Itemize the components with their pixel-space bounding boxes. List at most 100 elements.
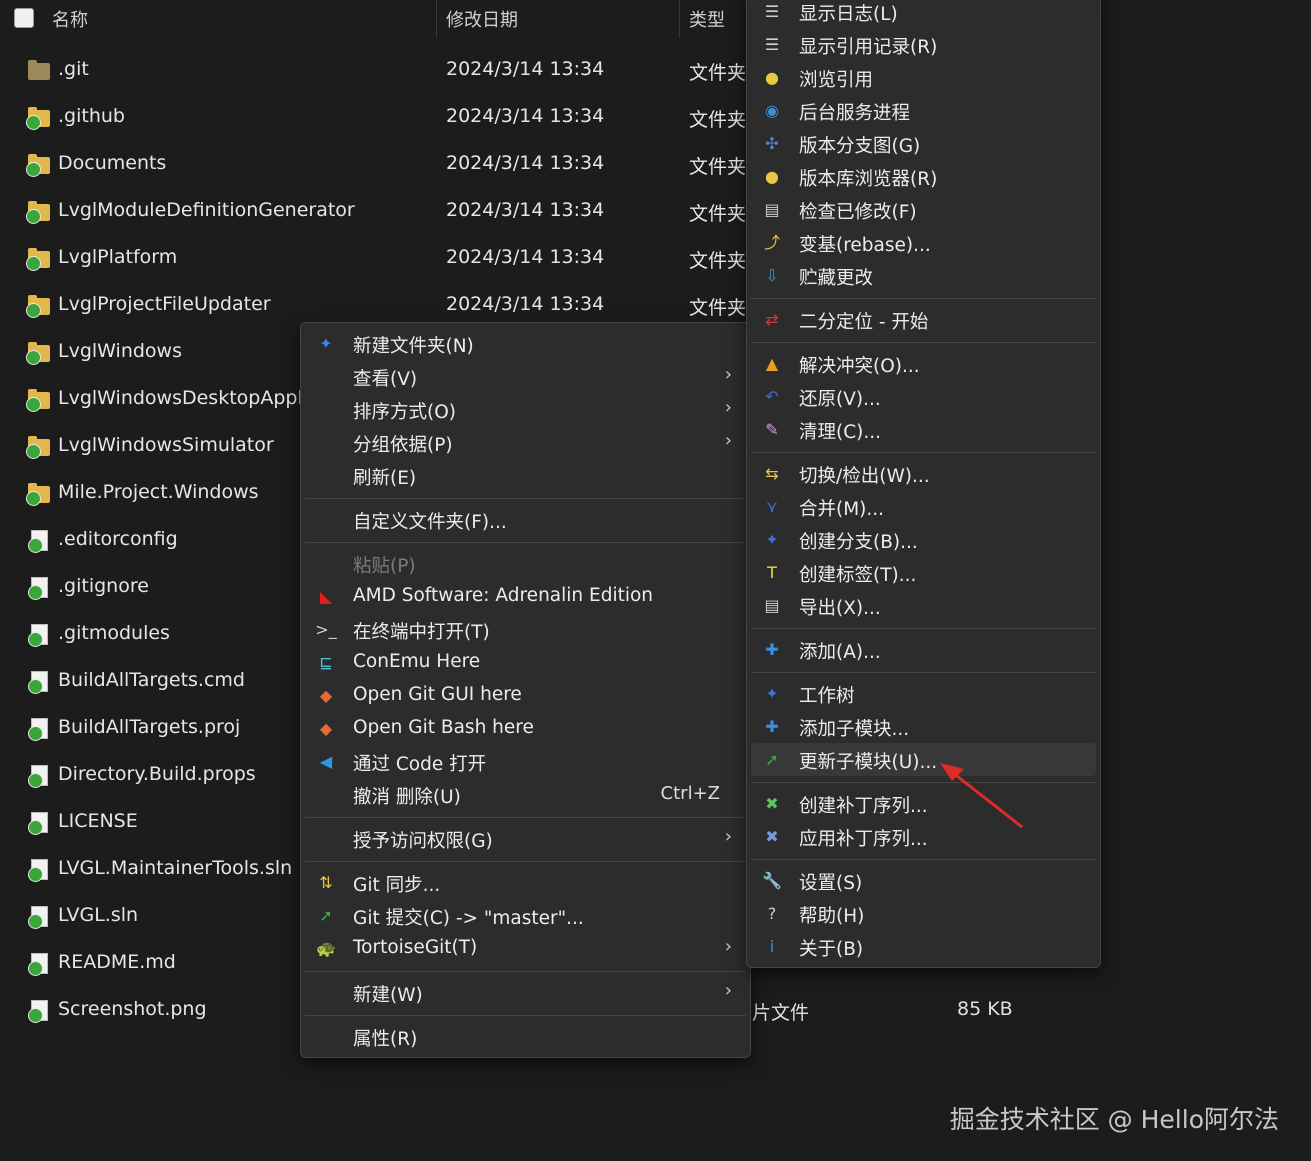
git-folder-icon	[26, 436, 50, 459]
menu-item[interactable]: 属性(R)	[305, 1020, 746, 1053]
git-folder-icon	[26, 107, 50, 130]
menu-item-label: 还原(V)...	[799, 389, 881, 410]
chevron-right-icon: ›	[724, 430, 732, 451]
name-column-header[interactable]: 名称	[52, 6, 88, 32]
file-row[interactable]: LvglWindowsSimulator	[0, 432, 300, 472]
menu-item-label: 浏览引用	[799, 70, 874, 91]
menu-item[interactable]: ✦ 新建文件夹(N)	[305, 327, 746, 360]
menu-item-label: Open Git GUI here	[353, 684, 522, 705]
menu-item[interactable]: 🐢 TortoiseGit(T) ›	[305, 932, 746, 965]
type-column-header[interactable]: 类型	[689, 6, 725, 32]
file-name: .gitmodules	[58, 622, 170, 644]
menu-item[interactable]: ◀ 通过 Code 打开	[305, 745, 746, 778]
file-row[interactable]: LICENSE	[0, 808, 300, 848]
git-folder-icon	[26, 483, 50, 506]
menu-item[interactable]: ◣ AMD Software: Adrenalin Edition	[305, 580, 746, 613]
menu-item-label: 合并(M)...	[799, 499, 885, 520]
menu-item[interactable]: ◆ Open Git GUI here	[305, 679, 746, 712]
file-row[interactable]: .git	[0, 56, 300, 96]
file-row[interactable]: Directory.Build.props	[0, 761, 300, 801]
menu-item[interactable]: ✦ 创建分支(B)...	[751, 523, 1096, 556]
file-row[interactable]: LVGL.MaintainerTools.sln	[0, 855, 300, 895]
menu-item[interactable]: ✚ 添加子模块...	[751, 710, 1096, 743]
file-row[interactable]: Screenshot.png	[0, 996, 300, 1036]
menu-item[interactable]: 查看(V) ›	[305, 360, 746, 393]
file-type: 文件夹	[689, 203, 747, 225]
watermark: 掘金技术社区 @ Hello阿尔法	[949, 1105, 1279, 1134]
menu-item[interactable]: ✣ 版本分支图(G)	[751, 127, 1096, 160]
menu-item[interactable]: ✎ 清理(C)...	[751, 413, 1096, 446]
menu-item[interactable]: 自定义文件夹(F)...	[305, 503, 746, 536]
file-row[interactable]: Mile.Project.Windows	[0, 479, 300, 519]
select-all-checkbox[interactable]	[14, 8, 34, 28]
menu-item[interactable]: ◉ 后台服务进程	[751, 94, 1096, 127]
menu-item[interactable]: 撤消 删除(U) Ctrl+Z	[305, 778, 746, 811]
file-row[interactable]: .editorconfig	[0, 526, 300, 566]
add-icon: ✚	[765, 640, 779, 659]
menu-item[interactable]: ⇩ 贮藏更改	[751, 259, 1096, 292]
menu-item[interactable]: 分组依据(P) ›	[305, 426, 746, 459]
menu-item[interactable]: ⋎ 合并(M)...	[751, 490, 1096, 523]
menu-item[interactable]: 新建(W) ›	[305, 976, 746, 1009]
menu-item[interactable]: ● 版本库浏览器(R)	[751, 160, 1096, 193]
menu-item[interactable]: ⊑ ConEmu Here	[305, 646, 746, 679]
menu-item[interactable]: ● 浏览引用	[751, 61, 1096, 94]
menu-item[interactable]: ✖ 应用补丁序列...	[751, 820, 1096, 853]
menu-item[interactable]: ▲ 解决冲突(O)...	[751, 347, 1096, 380]
menu-item[interactable]: ☰ 显示日志(L)	[751, 0, 1096, 28]
menu-item[interactable]: ⇄ 二分定位 - 开始	[751, 303, 1096, 336]
menu-item[interactable]: >_ 在终端中打开(T)	[305, 613, 746, 646]
file-row[interactable]: LvglModuleDefinitionGenerator	[0, 197, 355, 237]
menu-item[interactable]: ◆ Open Git Bash here	[305, 712, 746, 745]
file-row[interactable]: .gitignore	[0, 573, 300, 613]
file-row[interactable]: README.md	[0, 949, 300, 989]
menu-item[interactable]: 🔧 设置(S)	[751, 864, 1096, 897]
help-icon: ?	[767, 904, 777, 923]
menu-item[interactable]: ▤ 检查已修改(F)	[751, 193, 1096, 226]
menu-separator	[751, 628, 1096, 629]
git-file-icon	[28, 906, 48, 929]
file-row[interactable]: .github	[0, 103, 300, 143]
git-bash-icon: ◆	[319, 719, 333, 738]
file-row[interactable]: BuildAllTargets.proj	[0, 714, 300, 754]
menu-separator	[305, 1015, 746, 1016]
file-row[interactable]: BuildAllTargets.cmd	[0, 667, 300, 707]
menu-item[interactable]: ↶ 还原(V)...	[751, 380, 1096, 413]
menu-item[interactable]: i 关于(B)	[751, 930, 1096, 963]
file-row[interactable]: LvglWindowsDesktopApplic	[0, 385, 318, 425]
file-row[interactable]: Documents	[0, 150, 300, 190]
menu-item[interactable]: ⇆ 切换/检出(W)...	[751, 457, 1096, 490]
menu-item[interactable]: 刷新(E)	[305, 459, 746, 492]
menu-item[interactable]: ? 帮助(H)	[751, 897, 1096, 930]
menu-item[interactable]: ➚ Git 提交(C) -> "master"...	[305, 899, 746, 932]
date-column-header[interactable]: 修改日期	[446, 6, 518, 32]
menu-item-label: 查看(V)	[353, 369, 418, 390]
file-row[interactable]: LVGL.sln	[0, 902, 300, 942]
menu-item[interactable]: ☰ 显示引用记录(R)	[751, 28, 1096, 61]
menu-item[interactable]: ⤴ 变基(rebase)...	[751, 226, 1096, 259]
column-divider[interactable]	[436, 0, 437, 38]
menu-item[interactable]: ➚ 更新子模块(U)...	[751, 743, 1096, 776]
menu-item[interactable]: ⇅ Git 同步...	[305, 866, 746, 899]
menu-item[interactable]: ▤ 导出(X)...	[751, 589, 1096, 622]
menu-item[interactable]: ✖ 创建补丁序列...	[751, 787, 1096, 820]
git-folder-icon	[26, 201, 50, 224]
menu-item[interactable]: ✦ 工作树	[751, 677, 1096, 710]
menu-item[interactable]: 排序方式(O) ›	[305, 393, 746, 426]
menu-item-label: 检查已修改(F)	[799, 202, 917, 223]
menu-item[interactable]: 授予访问权限(G) ›	[305, 822, 746, 855]
browse-refs-icon: ●	[765, 68, 779, 87]
menu-item-label: 创建标签(T)...	[799, 565, 917, 586]
file-row[interactable]: LvglProjectFileUpdater	[0, 291, 300, 331]
column-divider[interactable]	[679, 0, 680, 38]
file-name: Screenshot.png	[58, 998, 207, 1020]
file-row[interactable]: LvglWindows	[0, 338, 300, 378]
chevron-right-icon: ›	[724, 397, 732, 418]
file-row[interactable]: .gitmodules	[0, 620, 300, 660]
menu-item-label: AMD Software: Adrenalin Edition	[353, 585, 654, 606]
file-row[interactable]: LvglPlatform	[0, 244, 300, 284]
chevron-right-icon: ›	[724, 980, 732, 1001]
menu-item[interactable]: ✚ 添加(A)...	[751, 633, 1096, 666]
menu-item[interactable]: T 创建标签(T)...	[751, 556, 1096, 589]
menu-separator	[305, 817, 746, 818]
